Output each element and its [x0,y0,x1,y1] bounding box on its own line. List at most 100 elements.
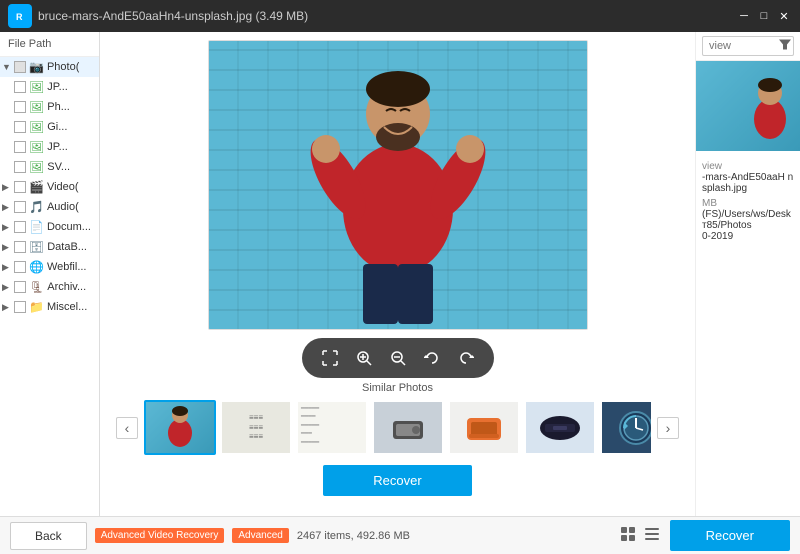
sidebar-item-misc[interactable]: ▶ 📁 Miscel... [0,297,99,317]
sidebar-item-audio[interactable]: ▶ 🎵 Audio( [0,197,99,217]
thumbnail-1[interactable] [144,400,216,455]
bottom-left: Back Advanced Video Recovery Advanced 24… [10,522,410,550]
web-checkbox[interactable] [14,261,26,273]
sidebar-item-db[interactable]: ▶ 🗄 DataB... [0,237,99,257]
videos-label: Video( [47,181,79,193]
sidebar-item-videos[interactable]: ▶ 🎬 Video( [0,177,99,197]
photos-folder-icon: 📷 [29,60,44,74]
back-button[interactable]: Back [10,522,87,550]
similar-photos-row: ‹ [116,400,679,455]
web-label: Webfil... [47,261,87,273]
similar-photos-label: Similar Photos [116,382,679,394]
thumbnail-2[interactable]: ≡≡≡≡≡≡≡≡≡ [220,400,292,455]
sidebar-item-docs[interactable]: ▶ 📄 Docum... [0,217,99,237]
ph-checkbox[interactable] [14,101,26,113]
archive-expand-icon: ▶ [2,282,14,293]
status-text: 2467 items, 492.86 MB [297,530,410,542]
archive-icon: 🗜 [29,280,44,294]
sidebar: File Path ▼ 📷 Photo( 🖼 JP... 🖼 Ph... 🖼 G… [0,32,100,516]
thumbnail-4[interactable] [372,400,444,455]
right-panel: view -mars-AndE50aaH nsplash.jpg MB (FS)… [695,32,800,516]
web-icon: 🌐 [29,260,44,274]
size-label: MB [702,198,794,209]
view-icons [618,524,662,547]
minimize-button[interactable]: ─ [736,8,752,24]
db-icon: 🗄 [29,240,44,254]
date-value: 0-2019 [702,231,794,242]
file-path-label: File Path [8,38,51,50]
recover-center-button[interactable]: Recover [323,465,471,496]
audio-checkbox[interactable] [14,201,26,213]
filter-button[interactable] [778,38,792,55]
search-bar-row [696,32,800,61]
sidebar-item-jpg1[interactable]: 🖼 JP... [0,77,99,97]
sidebar-item-sv[interactable]: 🖼 SV... [0,157,99,177]
grid-view-button[interactable] [618,524,638,547]
misc-icon: 📁 [29,300,44,314]
right-panel-info: view -mars-AndE50aaH nsplash.jpg MB (FS)… [696,151,800,248]
jpg1-icon: 🖼 [29,80,44,94]
rotate-right-button[interactable] [452,344,480,372]
window-controls: ─ □ ✕ [736,8,792,24]
gi-icon: 🖼 [29,120,44,134]
thumbnail-6[interactable] [524,400,596,455]
docs-expand-icon: ▶ [2,222,14,233]
docs-label: Docum... [47,221,91,233]
db-checkbox[interactable] [14,241,26,253]
maximize-button[interactable]: □ [756,8,772,24]
sidebar-item-archive[interactable]: ▶ 🗜 Archiv... [0,277,99,297]
preview-center: Similar Photos ‹ [100,32,695,516]
sidebar-item-photos[interactable]: ▼ 📷 Photo( [0,57,99,77]
jpg2-checkbox[interactable] [14,141,26,153]
thumbnail-5[interactable] [448,400,520,455]
fit-button[interactable] [316,344,344,372]
main-image [208,40,588,330]
docs-checkbox[interactable] [14,221,26,233]
ph-label: Ph... [47,101,70,113]
misc-label: Miscel... [47,301,87,313]
audio-icon: 🎵 [29,200,44,214]
sidebar-item-web[interactable]: ▶ 🌐 Webfil... [0,257,99,277]
thumbnail-7[interactable] [600,400,651,455]
rotate-left-button[interactable] [418,344,446,372]
bottom-right: Recover [618,520,790,551]
videos-expand-icon: ▶ [2,182,14,193]
archive-label: Archiv... [47,281,86,293]
audio-label: Audio( [47,201,79,213]
main-container: File Path ▼ 📷 Photo( 🖼 JP... 🖼 Ph... 🖼 G… [0,32,800,516]
prev-arrow[interactable]: ‹ [116,417,138,439]
misc-checkbox[interactable] [14,301,26,313]
jpg1-checkbox[interactable] [14,81,26,93]
sv-checkbox[interactable] [14,161,26,173]
next-arrow[interactable]: › [657,417,679,439]
sidebar-item-ph[interactable]: 🖼 Ph... [0,97,99,117]
sv-label: SV... [47,161,70,173]
right-panel-thumbnail [696,61,800,151]
zoom-out-button[interactable] [384,344,412,372]
gi-checkbox[interactable] [14,121,26,133]
db-label: DataB... [47,241,87,253]
sidebar-item-gi[interactable]: 🖼 Gi... [0,117,99,137]
window-title: bruce-mars-AndE50aaHn4-unsplash.jpg (3.4… [38,9,736,23]
misc-expand-icon: ▶ [2,302,14,313]
man-figure [308,49,488,329]
close-button[interactable]: ✕ [776,8,792,24]
bottom-bar: Back Advanced Video Recovery Advanced 24… [0,516,800,554]
zoom-in-button[interactable] [350,344,378,372]
videos-checkbox[interactable] [14,181,26,193]
audio-expand-icon: ▶ [2,202,14,213]
db-expand-icon: ▶ [2,242,14,253]
archive-checkbox[interactable] [14,281,26,293]
content-area: Similar Photos ‹ [100,32,800,516]
adv-video-tag: Advanced Video Recovery [95,528,225,543]
title-bar: R bruce-mars-AndE50aaHn4-unsplash.jpg (3… [0,0,800,32]
photos-checkbox[interactable] [14,61,26,73]
web-expand-icon: ▶ [2,262,14,273]
expand-icon: ▼ [2,62,14,72]
sidebar-item-jpg2[interactable]: 🖼 JP... [0,137,99,157]
thumbnail-3[interactable]: ━━━━━━━━━━━━━━━━━━━━━━ [296,400,368,455]
recover-button[interactable]: Recover [670,520,790,551]
list-view-button[interactable] [642,524,662,547]
jpg2-label: JP... [47,141,68,153]
jpg1-label: JP... [47,81,68,93]
